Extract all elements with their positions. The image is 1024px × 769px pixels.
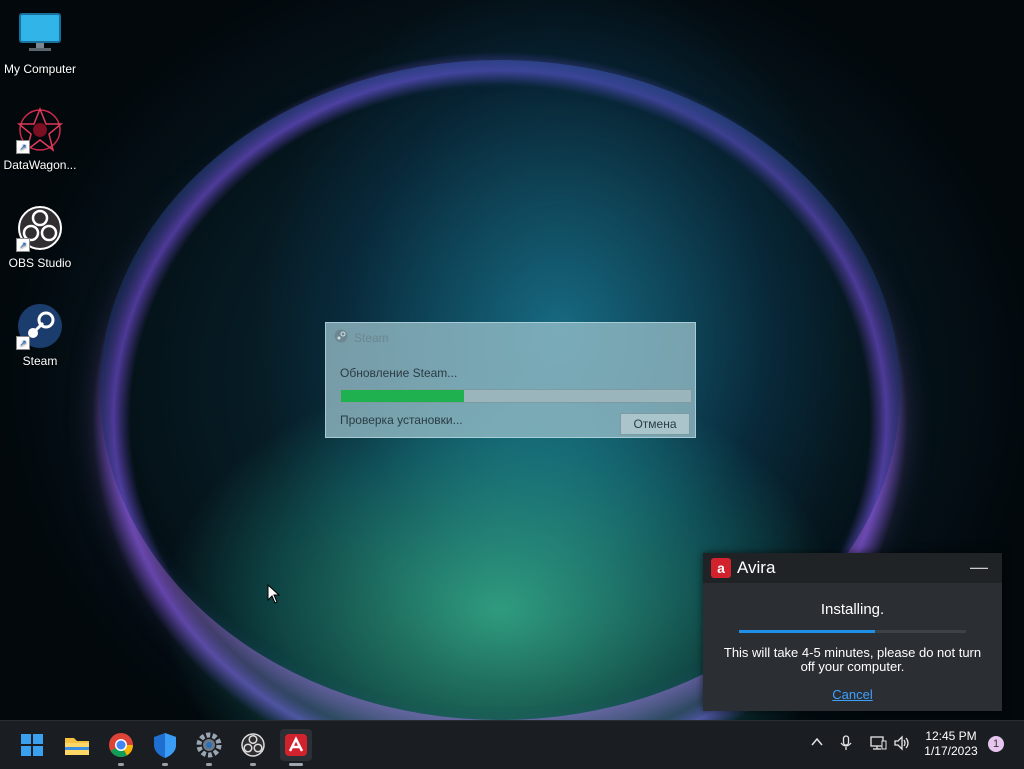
avira-cancel-link[interactable]: Cancel (703, 687, 1002, 702)
running-indicator (206, 763, 212, 766)
obs-icon: ↗ (16, 204, 64, 252)
avira-icon (285, 734, 307, 756)
running-indicator (289, 763, 303, 766)
volume-button[interactable] (893, 735, 911, 754)
desktop-icon-my-computer[interactable]: My Computer (0, 10, 80, 76)
steam-icon (334, 329, 348, 346)
network-button[interactable] (869, 735, 887, 754)
chevron-up-icon (810, 736, 824, 752)
taskbar: 12:45 PM 1/17/2023 (0, 720, 1024, 769)
taskbar-defender[interactable] (149, 729, 181, 766)
chrome-icon (109, 733, 133, 758)
steam-dialog-title: Steam (354, 330, 389, 345)
mouse-cursor-icon (267, 583, 281, 609)
microphone-button[interactable] (839, 735, 853, 754)
notification-badge[interactable]: 1 (988, 736, 1004, 752)
shortcut-arrow-icon: ↗ (16, 238, 30, 252)
desktop-icon-steam[interactable]: ↗ Steam (0, 302, 80, 368)
network-icon (869, 736, 887, 754)
steam-progress-fill (341, 390, 464, 402)
taskbar-settings[interactable] (193, 729, 225, 766)
obs-icon (241, 733, 265, 757)
steam-cancel-button[interactable]: Отмена (620, 413, 690, 435)
desktop-icon-label: My Computer (3, 62, 77, 76)
desktop-icon-obs[interactable]: ↗ OBS Studio (0, 204, 80, 270)
start-icon (21, 734, 43, 756)
monitor-icon (16, 10, 64, 58)
desktop-icon-label: OBS Studio (8, 256, 72, 270)
steam-update-dialog: Steam Обновление Steam... Проверка устан… (325, 322, 696, 438)
settings-icon (196, 732, 222, 758)
taskbar-file-explorer[interactable] (61, 729, 93, 761)
avira-install-status: Installing. (820, 601, 885, 618)
clock-date: 1/17/2023 (924, 744, 978, 758)
avira-progress-bar (739, 630, 966, 633)
avira-logo-icon: a (711, 558, 731, 578)
steam-progress-bar (340, 389, 692, 403)
avira-install-popup: a Avira — Installing. This will take 4-5… (703, 553, 1002, 711)
minimize-button[interactable]: — (970, 557, 988, 578)
show-hidden-icons-button[interactable] (810, 735, 824, 752)
desktop-icon-label: Steam (22, 354, 58, 368)
desktop-icon-label: DataWagon... (3, 158, 77, 172)
taskbar-chrome[interactable] (105, 729, 137, 766)
clock[interactable]: 12:45 PM 1/17/2023 (918, 729, 984, 759)
desktop-icon-datawagon[interactable]: ↗ DataWagon... (0, 106, 80, 172)
steam-icon: ↗ (16, 302, 64, 350)
shortcut-arrow-icon: ↗ (16, 140, 30, 154)
steam-dialog-title-bar: Steam (334, 329, 389, 346)
avira-title-bar: a Avira (703, 553, 1002, 583)
datawagon-icon: ↗ (16, 106, 64, 154)
avira-progress-fill (739, 630, 876, 633)
shortcut-arrow-icon: ↗ (16, 336, 30, 350)
steam-update-message: Обновление Steam... (340, 366, 458, 380)
avira-install-note: This will take 4-5 minutes, please do no… (723, 645, 982, 674)
steam-status-text: Проверка установки... (340, 413, 463, 427)
file-explorer-icon (65, 738, 89, 755)
taskbar-avira[interactable] (280, 729, 312, 766)
clock-time: 12:45 PM (925, 729, 977, 743)
start-button[interactable] (16, 729, 48, 761)
running-indicator (118, 763, 124, 766)
running-indicator (162, 763, 168, 766)
avira-title: Avira (737, 558, 776, 577)
running-indicator (250, 763, 256, 766)
microphone-icon (839, 735, 853, 754)
taskbar-obs[interactable] (237, 729, 269, 766)
defender-icon (154, 733, 176, 758)
volume-icon (893, 735, 911, 754)
